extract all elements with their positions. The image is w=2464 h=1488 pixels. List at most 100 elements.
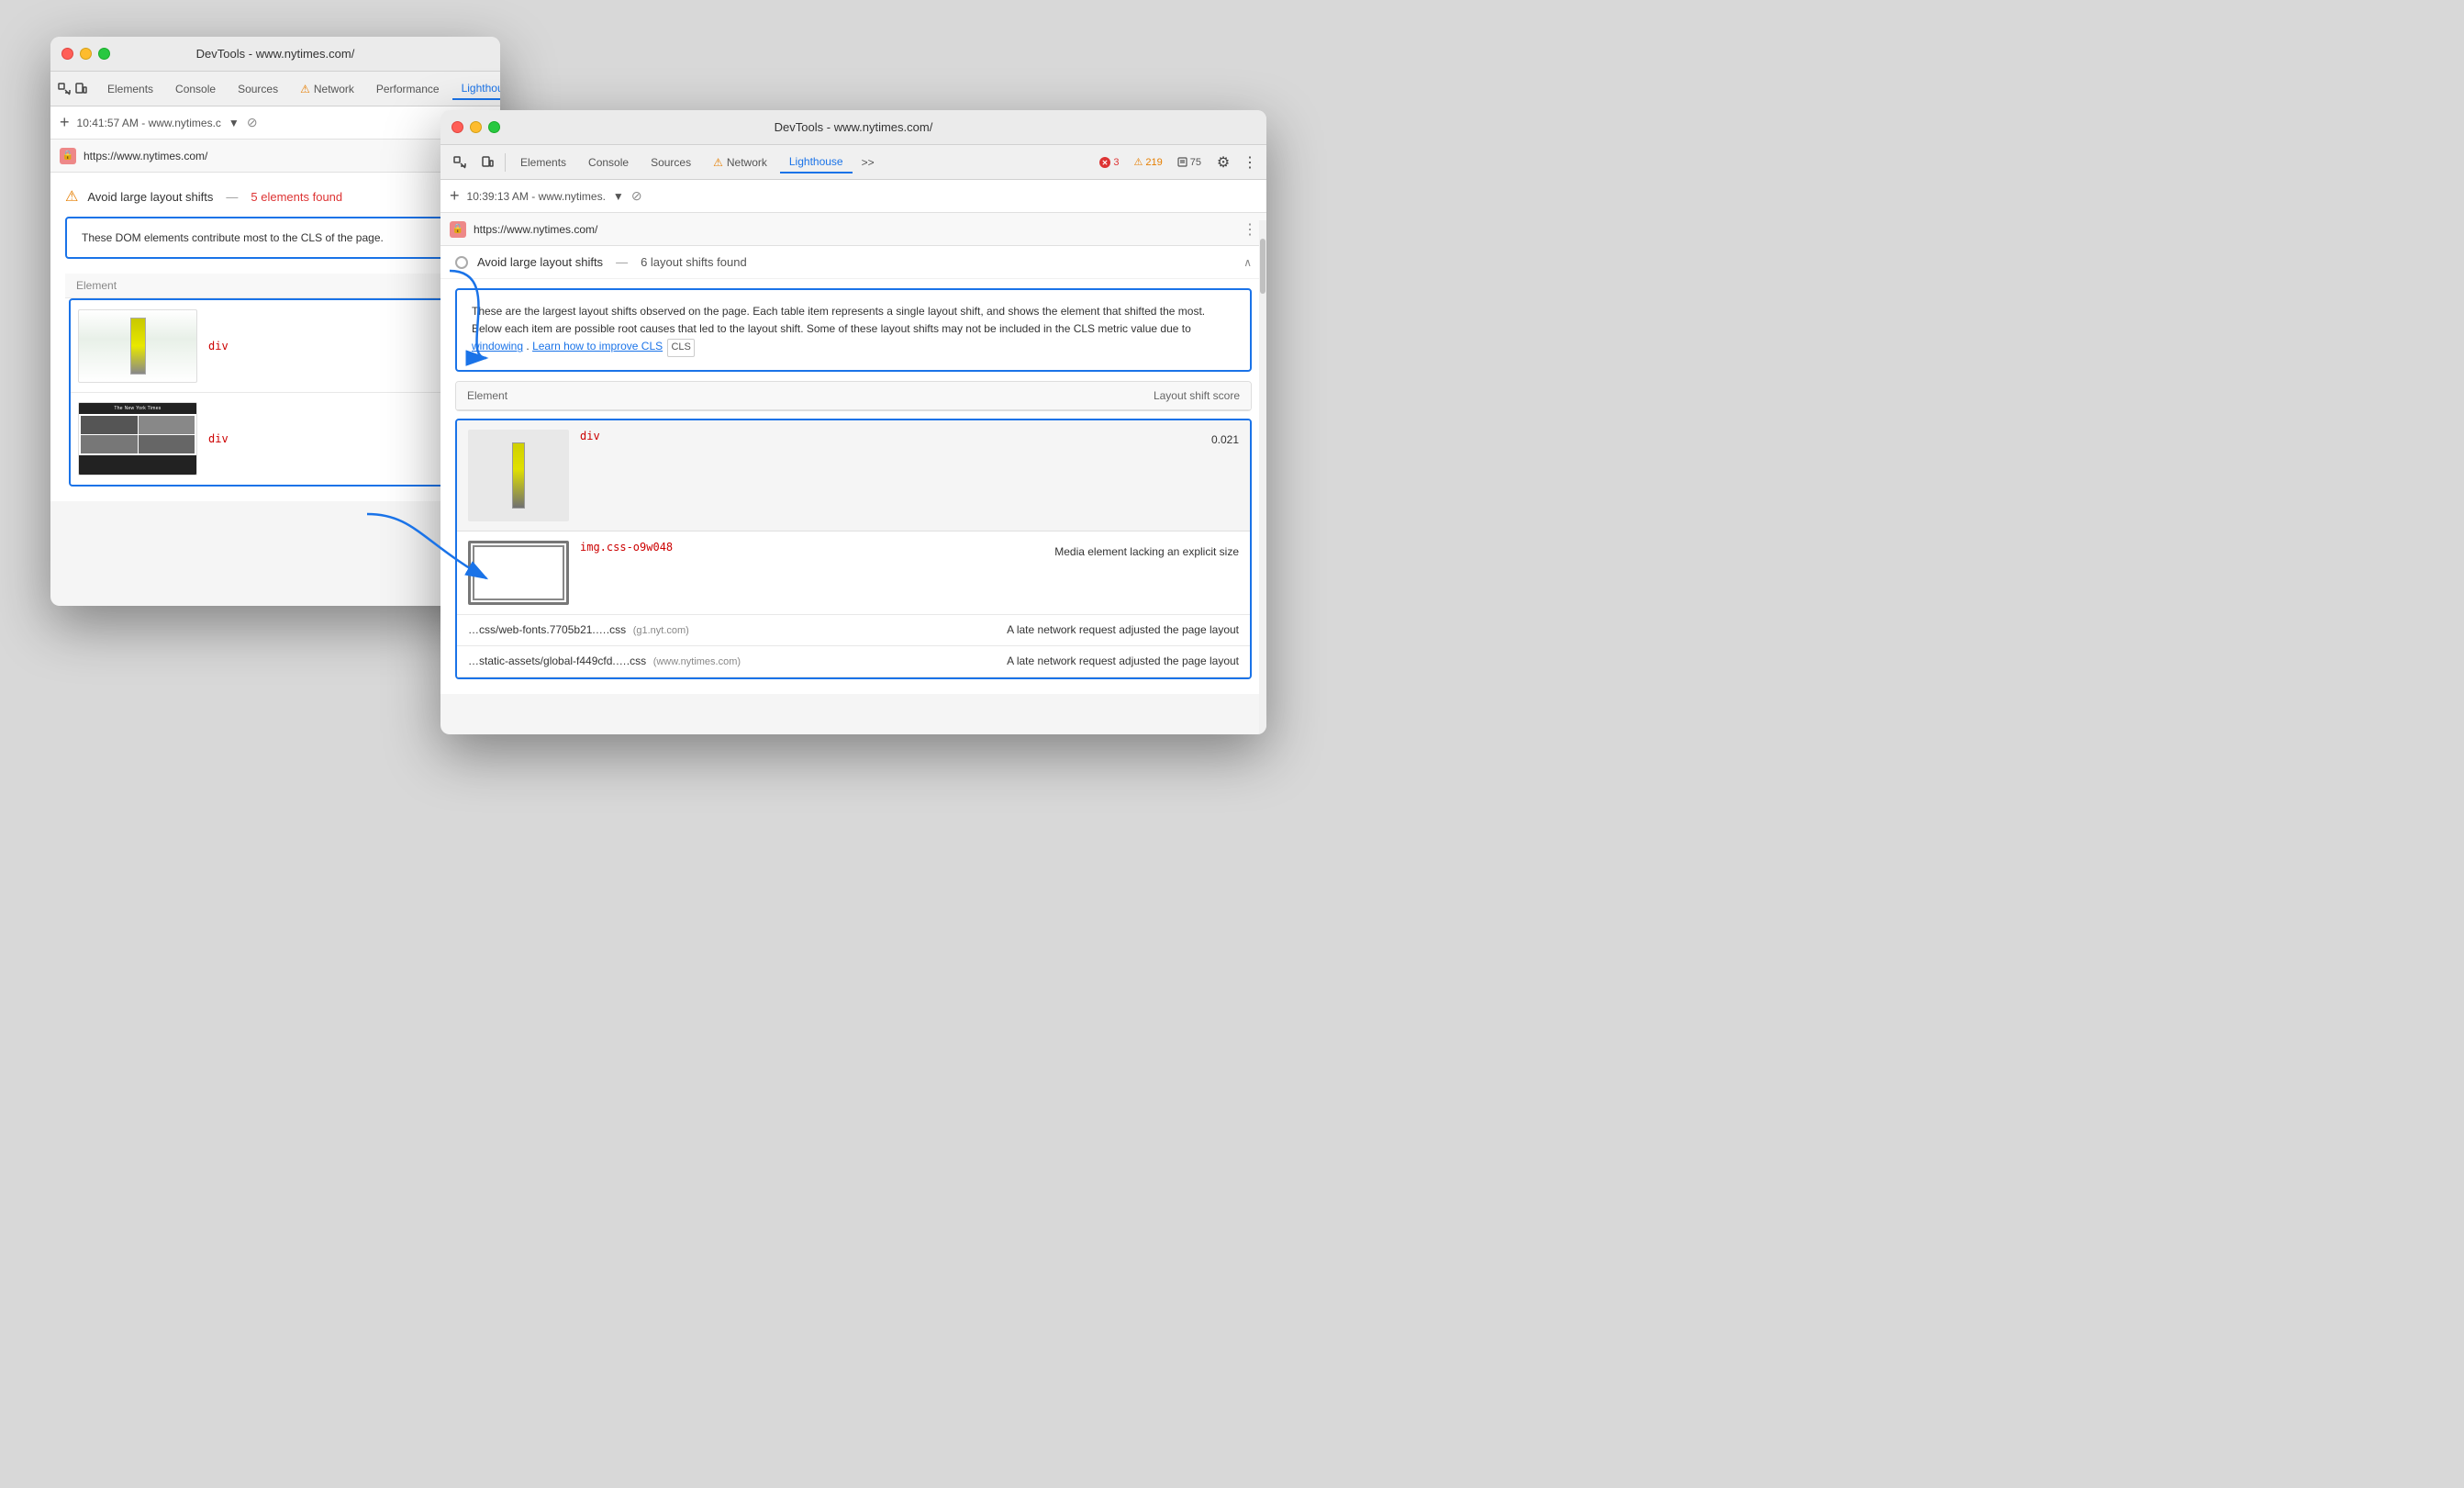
- front-element-row-main[interactable]: div 0.021: [457, 420, 1250, 531]
- tab-elements-front[interactable]: Elements: [511, 152, 575, 173]
- front-audit-circle: [455, 256, 468, 269]
- resource-domain-2: (www.nytimes.com): [653, 656, 741, 667]
- improve-cls-link[interactable]: Learn how to improve CLS: [532, 340, 663, 352]
- tab-sources-front[interactable]: Sources: [641, 152, 700, 173]
- front-thumb-main: [468, 430, 569, 521]
- front-audit-expand[interactable]: ∧: [1243, 256, 1252, 269]
- svg-text:✕: ✕: [1102, 159, 1109, 167]
- front-desc-box: These are the largest layout shifts obse…: [455, 288, 1252, 372]
- col-element-label: Element: [467, 389, 1154, 402]
- device-icon[interactable]: [74, 77, 87, 101]
- front-audit-count: 6 layout shifts found: [641, 255, 747, 269]
- stop-reload-back[interactable]: ⊘: [247, 115, 258, 130]
- tab-elements-back[interactable]: Elements: [98, 79, 162, 99]
- front-url-time: 10:39:13 AM - www.nytimes.: [467, 190, 606, 203]
- col-score-label: Layout shift score: [1154, 389, 1240, 402]
- front-element-rows-wrapper: div 0.021 img.css-o9w048 Media element l…: [455, 419, 1252, 679]
- tab-network-label: Network: [314, 83, 354, 95]
- minimize-button[interactable]: [80, 48, 92, 60]
- tab-console-front[interactable]: Console: [579, 152, 638, 173]
- front-audit-title: Avoid large layout shifts: [477, 255, 603, 269]
- front-toolbar: Elements Console Sources ⚠ Network Light…: [440, 145, 1266, 180]
- inspect-icon[interactable]: [58, 77, 71, 101]
- resource-desc-1: A late network request adjusted the page…: [1007, 622, 1239, 638]
- front-element-desc-sub: Media element lacking an explicit size: [1054, 541, 1239, 560]
- back-element-tag-1: div: [208, 340, 229, 352]
- back-page-icon: 🔒: [60, 148, 76, 164]
- front-url-dropdown[interactable]: ▼: [613, 190, 624, 203]
- back-content: ⚠ Avoid large layout shifts — 5 elements…: [50, 173, 500, 501]
- front-devtools-window: DevTools - www.nytimes.com/ Elements Con…: [440, 110, 1266, 734]
- resource-desc-2: A late network request adjusted the page…: [1007, 654, 1239, 669]
- front-window-title: DevTools - www.nytimes.com/: [775, 120, 933, 134]
- badge-area-front: ✕ 3 ⚠ 219 75 ⚙ ⋮: [1095, 151, 1259, 174]
- network-warning-icon: ⚠: [300, 83, 310, 95]
- front-page-url-row: 🔒 https://www.nytimes.com/ ⋮: [440, 213, 1266, 246]
- front-more-options-button[interactable]: ⋮: [1241, 151, 1259, 174]
- front-close-button[interactable]: [452, 121, 463, 133]
- back-desc-text: These DOM elements contribute most to th…: [82, 231, 384, 244]
- front-stop-reload[interactable]: ⊘: [631, 188, 642, 204]
- new-tab-button-back[interactable]: +: [60, 113, 70, 132]
- back-thumb-1: [78, 309, 197, 383]
- error-badge-front: ✕ 3: [1095, 155, 1123, 170]
- back-thumb-2: [78, 402, 197, 475]
- front-page-icon: 🔒: [450, 221, 466, 238]
- front-settings-button[interactable]: ⚙: [1211, 151, 1235, 174]
- tab-network-back[interactable]: ⚠ Network: [291, 79, 363, 99]
- front-page-url: https://www.nytimes.com/: [474, 223, 1235, 236]
- warning-badge-front: ⚠ 219: [1130, 154, 1167, 170]
- windowing-link[interactable]: windowing: [472, 340, 523, 352]
- tab-performance-back[interactable]: Performance: [367, 79, 449, 99]
- msg-badge-front: 75: [1173, 155, 1206, 170]
- url-time-back: 10:41:57 AM - www.nytimes.c: [77, 117, 221, 129]
- front-element-score: 0.021: [1211, 430, 1239, 446]
- tab-network-front[interactable]: ⚠ Network: [704, 152, 776, 173]
- front-thumb-sub: [468, 541, 569, 605]
- close-button[interactable]: [61, 48, 73, 60]
- back-window-title: DevTools - www.nytimes.com/: [196, 47, 355, 61]
- back-devtools-window: DevTools - www.nytimes.com/ Elements Con…: [50, 37, 500, 606]
- front-device-icon[interactable]: [475, 151, 499, 174]
- front-resource-row-1[interactable]: …css/web-fonts.7705b21.….css (g1.nyt.com…: [457, 615, 1250, 646]
- url-dropdown-back[interactable]: ▼: [229, 117, 240, 129]
- front-audit-dash: —: [616, 255, 628, 269]
- tab-sources-back[interactable]: Sources: [229, 79, 287, 99]
- back-table-header: Element: [65, 274, 485, 298]
- scrollbar-thumb[interactable]: [1260, 239, 1265, 294]
- front-element-tag-sub: img.css-o9w048: [580, 541, 673, 554]
- back-audit-item: ⚠ Avoid large layout shifts — 5 elements…: [65, 187, 485, 206]
- back-element-row-1[interactable]: div: [71, 300, 480, 393]
- front-traffic-lights: [452, 121, 500, 133]
- back-audit-dash: —: [226, 190, 238, 204]
- front-network-warning-icon: ⚠: [713, 156, 723, 169]
- front-maximize-button[interactable]: [488, 121, 500, 133]
- front-page-more[interactable]: ⋮: [1243, 220, 1257, 239]
- front-audit-item[interactable]: Avoid large layout shifts — 6 layout shi…: [440, 246, 1266, 279]
- tab-console-back[interactable]: Console: [166, 79, 225, 99]
- front-element-row-sub[interactable]: img.css-o9w048 Media element lacking an …: [457, 531, 1250, 615]
- back-url-bar: + 10:41:57 AM - www.nytimes.c ▼ ⊘: [50, 106, 500, 140]
- back-audit-title: Avoid large layout shifts: [87, 190, 213, 204]
- back-page-url-row: 🔒 https://www.nytimes.com/: [50, 140, 500, 173]
- front-inspect-icon[interactable]: [448, 151, 472, 174]
- traffic-lights: [61, 48, 110, 60]
- maximize-button[interactable]: [98, 48, 110, 60]
- front-table: Element Layout shift score: [455, 381, 1252, 411]
- front-element-tag-main: div: [580, 430, 600, 442]
- tab-lighthouse-back[interactable]: Lighthouse: [452, 78, 500, 100]
- scrollbar-track[interactable]: [1259, 220, 1266, 734]
- audit-warning-icon-back: ⚠: [65, 187, 78, 206]
- back-toolbar: Elements Console Sources ⚠ Network Perfo…: [50, 72, 500, 106]
- front-resource-row-2[interactable]: …static-assets/global-f449cfd.….css (www…: [457, 646, 1250, 677]
- front-new-tab-button[interactable]: +: [450, 186, 460, 206]
- back-element-row-2[interactable]: div: [71, 393, 480, 485]
- tab-lighthouse-front[interactable]: Lighthouse: [780, 151, 853, 173]
- front-table-header: Element Layout shift score: [456, 382, 1251, 410]
- front-minimize-button[interactable]: [470, 121, 482, 133]
- front-url-bar: + 10:39:13 AM - www.nytimes. ▼ ⊘: [440, 180, 1266, 213]
- front-content: Avoid large layout shifts — 6 layout shi…: [440, 246, 1266, 694]
- resource-name-2: …static-assets/global-f449cfd.….css: [468, 654, 646, 667]
- more-tabs-front[interactable]: >>: [856, 154, 880, 171]
- front-titlebar: DevTools - www.nytimes.com/: [440, 110, 1266, 145]
